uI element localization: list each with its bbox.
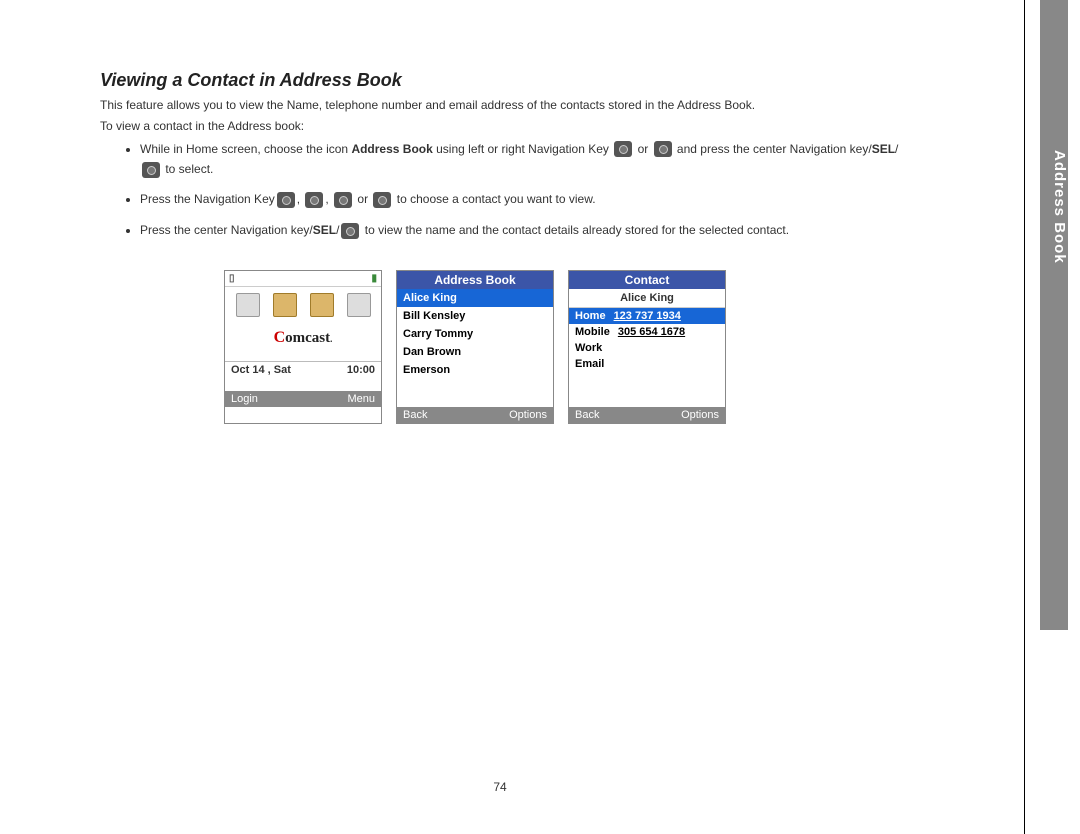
home-soft-left: Login [231, 393, 258, 405]
screen-home: ▯ ▮ Comcast. Oct 14 , Sat 10:00 [224, 270, 382, 424]
step-1-sel: SEL [872, 142, 895, 156]
home-softbar: Login Menu [225, 391, 381, 407]
step-1-bold: Address Book [351, 142, 432, 156]
steps-list: While in Home screen, choose the icon Ad… [100, 139, 910, 241]
step-2-comma-2: , [325, 192, 332, 206]
screen-contact: Contact Alice King Home 123 737 1934 Mob… [568, 270, 726, 424]
contact-body: Alice King Home 123 737 1934 Mobile 305 … [569, 289, 725, 407]
home-date-row: Oct 14 , Sat 10:00 [225, 361, 381, 378]
contact-row-work: Work [569, 340, 725, 356]
home-icon-3 [310, 293, 334, 317]
step-1-text-d: or [634, 142, 651, 156]
section-title: Viewing a Contact in Address Book [100, 70, 910, 91]
step-3-text-d: to view the name and the contact details… [361, 223, 789, 237]
ab-item-0: Alice King [397, 289, 553, 307]
home-icon-row [225, 287, 381, 321]
ab-softbar: Back Options [397, 407, 553, 423]
home-body: ▯ ▮ Comcast. Oct 14 , Sat 10:00 [225, 271, 381, 391]
contact-name: Alice King [569, 289, 725, 308]
ab-item-1: Bill Kensley [397, 307, 553, 325]
step-3-slash: / [336, 223, 339, 237]
contact-soft-right: Options [681, 409, 719, 421]
ab-title: Address Book [397, 271, 553, 289]
page-number: 74 [0, 780, 1000, 794]
step-3-text-a: Press the center Navigation key/ [140, 223, 313, 237]
ab-item-2: Carry Tommy [397, 325, 553, 343]
ab-soft-right: Options [509, 409, 547, 421]
step-2-comma-1: , [297, 192, 304, 206]
contact-label-home: Home [575, 310, 606, 322]
ab-item-4: Emerson [397, 361, 553, 379]
step-2-text-a: Press the Navigation Key [140, 192, 275, 206]
contact-value-home: 123 737 1934 [614, 310, 681, 322]
contact-value-mobile: 305 654 1678 [618, 326, 685, 338]
ab-soft-left: Back [403, 409, 427, 421]
contact-title: Contact [569, 271, 725, 289]
nav-right-icon-2 [373, 192, 391, 208]
home-icon-1 [236, 293, 260, 317]
home-icon-4 [347, 293, 371, 317]
screens-row: ▯ ▮ Comcast. Oct 14 , Sat 10:00 [100, 270, 910, 424]
home-status-bar: ▯ ▮ [225, 271, 381, 287]
home-icon-addressbook [273, 293, 297, 317]
home-soft-right: Menu [347, 393, 375, 405]
ab-item-3: Dan Brown [397, 343, 553, 361]
step-2-text-e: to choose a contact you want to view. [393, 192, 595, 206]
nav-down-icon [305, 192, 323, 208]
side-tab-label: Address Book [1040, 150, 1068, 264]
step-1: While in Home screen, choose the icon Ad… [140, 139, 910, 180]
step-1-text-a: While in Home screen, choose the icon [140, 142, 351, 156]
intro-text-1: This feature allows you to view the Name… [100, 97, 910, 114]
contact-label-mobile: Mobile [575, 326, 610, 338]
nav-center-icon-2 [341, 223, 359, 239]
ab-list: Alice King Bill Kensley Carry Tommy Dan … [397, 289, 553, 407]
brand-c: C [274, 329, 286, 346]
contact-soft-left: Back [575, 409, 599, 421]
step-2: Press the Navigation Key, , or to choose… [140, 189, 910, 209]
step-3-sel: SEL [313, 223, 336, 237]
step-1-slash: / [895, 142, 898, 156]
nav-up-icon [277, 192, 295, 208]
signal-icon: ▯ [229, 273, 235, 284]
screen-address-book: Address Book Alice King Bill Kensley Car… [396, 270, 554, 424]
page-content: Viewing a Contact in Address Book This f… [0, 0, 1000, 464]
contact-row-home: Home 123 737 1934 [569, 308, 725, 324]
step-3: Press the center Navigation key/SEL/ to … [140, 220, 910, 240]
home-time: 10:00 [347, 364, 375, 376]
step-2-or: or [354, 192, 371, 206]
contact-row-email: Email [569, 356, 725, 372]
nav-center-icon [142, 162, 160, 178]
nav-left-icon-2 [334, 192, 352, 208]
step-1-text-h: to select. [162, 162, 213, 176]
home-date: Oct 14 , Sat [231, 364, 291, 376]
intro-text-2: To view a contact in the Address book: [100, 118, 910, 135]
nav-left-icon [614, 141, 632, 157]
step-1-text-e: and press the center Navigation key/ [674, 142, 872, 156]
brand-rest: omcast [285, 330, 330, 346]
side-tab: Address Book [1024, 0, 1080, 834]
step-1-text-c: using left or right Navigation Key [433, 142, 612, 156]
contact-label-email: Email [575, 358, 604, 370]
battery-icon: ▮ [371, 273, 377, 284]
nav-right-icon [654, 141, 672, 157]
contact-softbar: Back Options [569, 407, 725, 423]
home-brand: Comcast. [225, 329, 381, 347]
side-tab-bg [1040, 0, 1068, 630]
contact-row-mobile: Mobile 305 654 1678 [569, 324, 725, 340]
contact-label-work: Work [575, 342, 602, 354]
